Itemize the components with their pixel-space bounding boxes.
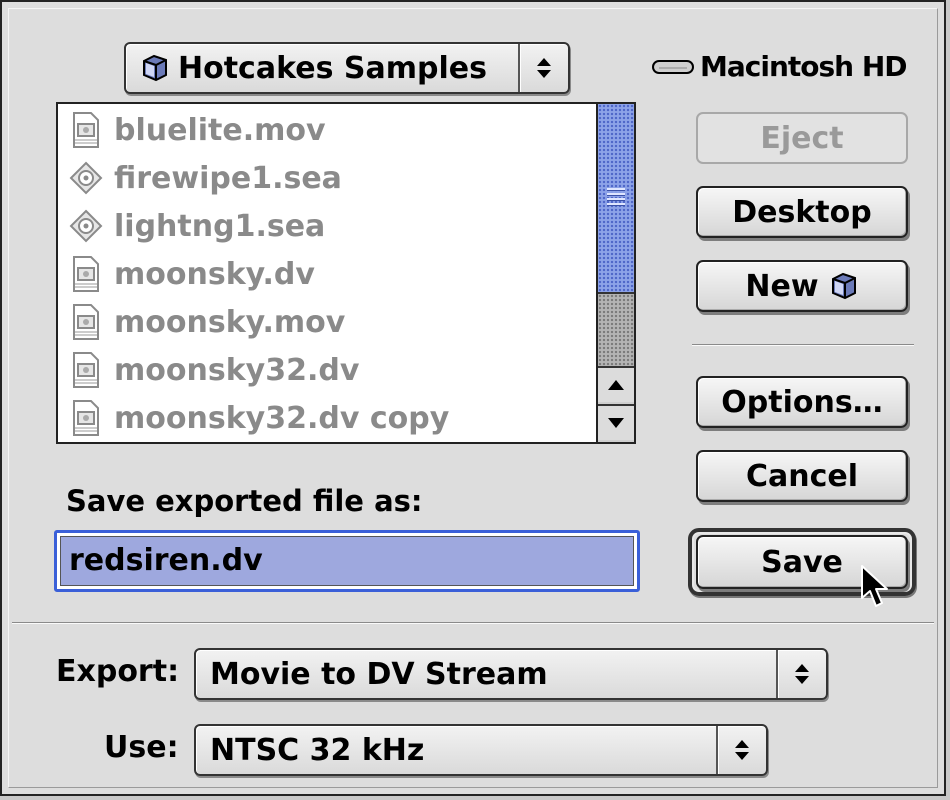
file-list-item[interactable]: moonsky32.dv: [66, 348, 359, 392]
file-list-items: bluelite.mov firewipe1.sea lightng1.sea …: [58, 104, 596, 442]
file-list-item[interactable]: moonsky32.dv copy: [66, 396, 449, 440]
use-popup[interactable]: NTSC 32 kHz: [194, 724, 768, 776]
button-divider: [692, 344, 914, 346]
movie-file-icon: [66, 254, 106, 294]
arrow-down-icon: [608, 418, 624, 428]
cancel-button-label: Cancel: [745, 458, 859, 494]
popup-arrows-icon: [776, 650, 826, 698]
export-label: Export:: [56, 654, 180, 689]
scroll-down-button[interactable]: [598, 404, 634, 440]
cancel-button[interactable]: Cancel: [696, 450, 908, 502]
new-folder-icon: [829, 271, 859, 301]
export-popup-value: Movie to DV Stream: [210, 656, 548, 692]
archive-file-icon: [66, 158, 106, 198]
movie-file-icon: [66, 350, 106, 390]
file-list-item[interactable]: lightng1.sea: [66, 204, 325, 248]
file-name: bluelite.mov: [114, 112, 326, 148]
file-name: moonsky32.dv copy: [114, 400, 450, 436]
save-dialog: Hotcakes Samples Macintosh HD bluelite.m…: [0, 0, 946, 796]
file-list[interactable]: bluelite.mov firewipe1.sea lightng1.sea …: [56, 102, 636, 444]
eject-button-label: Eject: [760, 120, 844, 156]
folder-popup-label: Hotcakes Samples: [178, 50, 487, 86]
new-button-label: New: [745, 268, 819, 304]
filename-field[interactable]: redsiren.dv: [54, 530, 640, 592]
archive-file-icon: [66, 206, 106, 246]
save-button-label: Save: [761, 544, 843, 580]
scroll-up-button[interactable]: [598, 366, 634, 402]
options-button[interactable]: Options…: [696, 376, 908, 428]
file-name: lightng1.sea: [114, 208, 326, 244]
file-list-item[interactable]: firewipe1.sea: [66, 156, 342, 200]
file-list-scrollbar[interactable]: [596, 104, 634, 442]
folder-popup[interactable]: Hotcakes Samples: [124, 42, 570, 94]
file-list-item[interactable]: bluelite.mov: [66, 108, 326, 152]
file-name: moonsky.dv: [114, 256, 315, 292]
volume-label: Macintosh HD: [700, 50, 908, 83]
file-list-item[interactable]: moonsky.mov: [66, 300, 345, 344]
scroll-track[interactable]: [598, 294, 634, 366]
movie-file-icon: [66, 398, 106, 438]
mouse-pointer-icon: [860, 564, 890, 610]
arrow-up-icon: [608, 380, 624, 390]
file-list-item[interactable]: moonsky.dv: [66, 252, 315, 296]
scroll-grip-icon: [607, 188, 625, 208]
use-popup-value: NTSC 32 kHz: [210, 732, 425, 768]
file-name: moonsky.mov: [114, 304, 346, 340]
popup-arrows-icon: [518, 44, 568, 92]
file-name: moonsky32.dv: [114, 352, 360, 388]
hard-drive-icon: [652, 58, 694, 76]
filename-input[interactable]: redsiren.dv: [60, 536, 634, 586]
new-folder-button[interactable]: New: [696, 260, 908, 312]
desktop-button[interactable]: Desktop: [696, 186, 908, 238]
movie-file-icon: [66, 110, 106, 150]
file-name: firewipe1.sea: [114, 160, 342, 196]
folder-icon: [140, 53, 170, 83]
popup-arrows-icon: [716, 726, 766, 774]
options-button-label: Options…: [721, 384, 883, 420]
movie-file-icon: [66, 302, 106, 342]
eject-button[interactable]: Eject: [696, 112, 908, 164]
use-label: Use:: [104, 730, 179, 765]
volume-indicator: Macintosh HD: [652, 50, 908, 83]
export-popup[interactable]: Movie to DV Stream: [194, 648, 828, 700]
save-prompt-label: Save exported file as:: [66, 484, 423, 518]
desktop-button-label: Desktop: [732, 194, 872, 230]
scroll-thumb[interactable]: [598, 104, 634, 294]
dialog-divider: [12, 622, 934, 624]
